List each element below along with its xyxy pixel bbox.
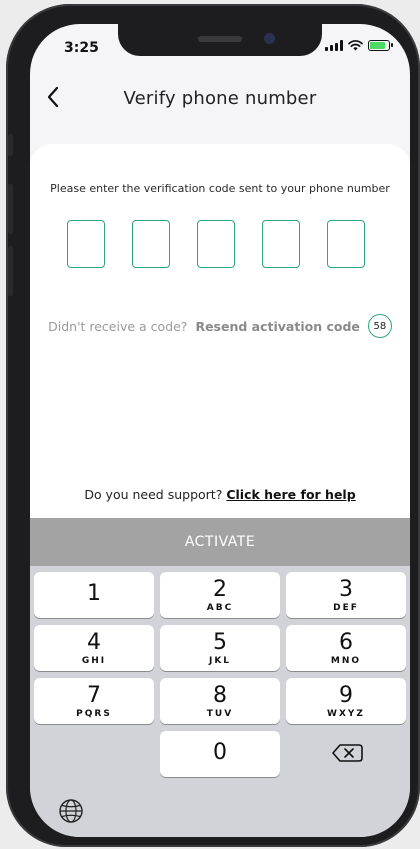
speaker [198,36,242,42]
code-digit-input[interactable] [132,220,170,268]
key-3[interactable]: 3 DEF [286,572,406,618]
key-letters: MNO [330,656,362,666]
key-number: 2 [213,577,227,602]
support-question: Do you need support? [84,487,223,502]
key-number: 4 [87,630,101,655]
key-9[interactable]: 9 WXYZ [286,678,406,724]
battery-icon [368,40,393,51]
key-1[interactable]: 1 [34,572,154,618]
key-6[interactable]: 6 MNO [286,625,406,671]
key-7[interactable]: 7 PQRS [34,678,154,724]
key-number: 6 [339,630,353,655]
volume-down-button [8,246,13,296]
key-0[interactable]: 0 [160,731,280,777]
resend-row: Didn't receive a code? Resend activation… [30,314,410,338]
backspace-icon[interactable] [328,738,368,768]
volume-up-button [8,184,13,234]
key-letters: GHI [81,656,107,666]
globe-icon[interactable] [58,798,84,824]
instruction-text: Please enter the verification code sent … [50,182,390,195]
cellular-signal-icon [325,40,343,51]
header: Verify phone number [30,76,410,120]
key-number: 3 [339,577,353,602]
resend-code-link[interactable]: Resend activation code [195,319,359,334]
verification-card: Please enter the verification code sent … [30,144,410,519]
front-camera [264,33,275,44]
status-icons [325,40,393,51]
help-link[interactable]: Click here for help [226,487,355,502]
activate-button[interactable]: ACTIVATE [30,518,410,566]
key-number: 5 [213,630,227,655]
key-2[interactable]: 2 ABC [160,572,280,618]
code-digit-input[interactable] [327,220,365,268]
screen: 3:25 Verify phone number Please enter th… [30,24,410,837]
key-number: 8 [213,683,227,708]
code-digit-input[interactable] [262,220,300,268]
key-letters: JKL [208,656,232,666]
wifi-icon [348,40,363,51]
code-digit-input[interactable] [197,220,235,268]
key-letters: ABC [206,603,234,613]
key-number: 1 [87,581,101,606]
status-time: 3:25 [64,40,99,56]
key-4[interactable]: 4 GHI [34,625,154,671]
key-number: 0 [213,740,227,765]
notch [118,24,322,56]
key-5[interactable]: 5 JKL [160,625,280,671]
mute-switch [8,134,13,156]
key-letters: WXYZ [327,709,365,719]
key-letters: DEF [333,603,359,613]
code-input-group [67,220,365,268]
support-row: Do you need support? Click here for help [30,487,410,502]
countdown-timer: 58 [367,314,392,338]
numeric-keypad: 1 2 ABC 3 DEF 4 GHI 5 JKL 6 MNO 7 PQRS 8… [30,566,410,837]
key-number: 7 [87,683,101,708]
key-number: 9 [339,683,353,708]
key-8[interactable]: 8 TUV [160,678,280,724]
key-letters: PQRS [76,709,112,719]
code-digit-input[interactable] [67,220,105,268]
resend-question: Didn't receive a code? [48,318,188,334]
key-letters: TUV [206,709,234,719]
page-title: Verify phone number [123,88,317,109]
phone-frame: 3:25 Verify phone number Please enter th… [6,4,420,847]
